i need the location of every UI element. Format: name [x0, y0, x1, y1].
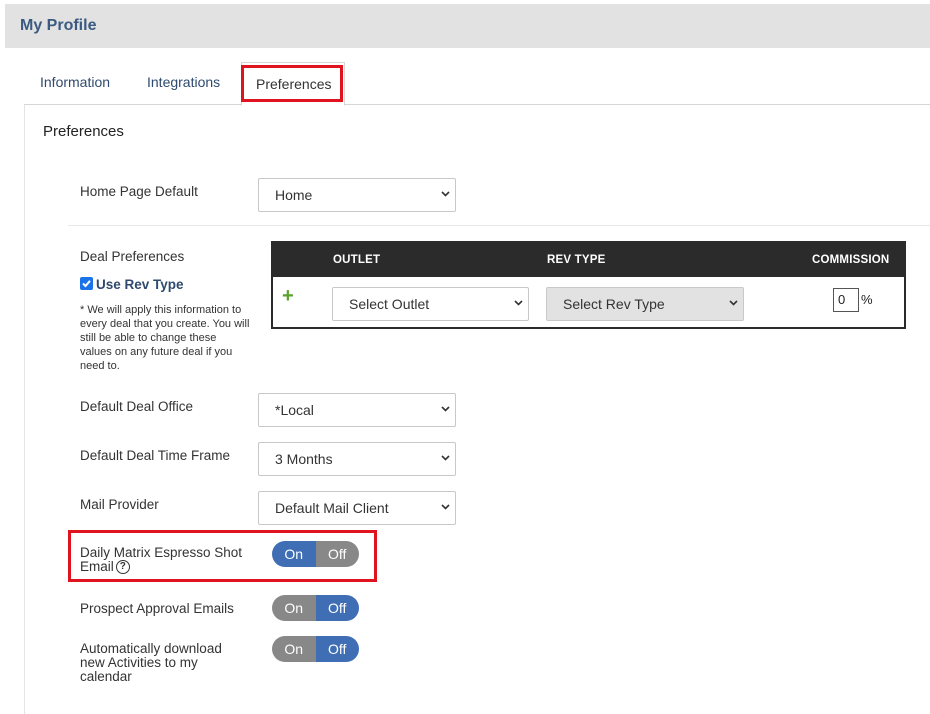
- section-title: Preferences: [43, 123, 124, 140]
- chevron-down-icon: [729, 300, 738, 308]
- commission-input[interactable]: 0: [833, 288, 859, 312]
- column-header-outlet: OUTLET: [333, 254, 381, 266]
- home-page-default-label: Home Page Default: [80, 184, 198, 199]
- page-title: My Profile: [20, 17, 97, 34]
- highlight-box-tab: [241, 65, 343, 102]
- mail-provider-value: Default Mail Client: [275, 500, 389, 516]
- prospect-approval-label: Prospect Approval Emails: [80, 601, 234, 616]
- rev-type-select[interactable]: Select Rev Type: [546, 287, 744, 321]
- percent-sign: %: [861, 292, 873, 307]
- home-page-default-select[interactable]: Home: [258, 178, 456, 212]
- chevron-down-icon: [514, 300, 523, 308]
- page-header: My Profile: [5, 4, 930, 48]
- outlet-select-value: Select Outlet: [349, 296, 430, 312]
- auto-download-label: Automatically download new Activities to…: [80, 641, 222, 684]
- use-rev-type-checkbox[interactable]: [80, 277, 93, 290]
- column-header-commission: COMMISSION: [812, 254, 890, 266]
- rev-type-select-value: Select Rev Type: [563, 296, 665, 312]
- chevron-down-icon: [441, 406, 450, 414]
- default-deal-time-frame-label: Default Deal Time Frame: [80, 448, 231, 463]
- tab-information[interactable]: Information: [40, 74, 110, 90]
- default-deal-time-frame-value: 3 Months: [275, 451, 333, 467]
- tab-integrations[interactable]: Integrations: [147, 74, 220, 90]
- default-deal-time-frame-select[interactable]: 3 Months: [258, 442, 456, 476]
- table-header: OUTLET REV TYPE COMMISSION: [273, 243, 904, 277]
- toggle-on-option[interactable]: On: [272, 636, 316, 662]
- espresso-email-label: Daily Matrix Espresso Shot Email?: [80, 545, 260, 575]
- column-header-rev-type: REV TYPE: [547, 254, 606, 266]
- deal-preferences-table: OUTLET REV TYPE COMMISSION + Select Outl…: [271, 241, 906, 329]
- toggle-off-option[interactable]: Off: [315, 595, 359, 621]
- chevron-down-icon: [441, 191, 450, 199]
- deal-preferences-note: * We will apply this information to ever…: [80, 304, 250, 372]
- chevron-down-icon: [441, 455, 450, 463]
- default-deal-office-label: Default Deal Office: [80, 399, 194, 414]
- toggle-off-option[interactable]: Off: [315, 541, 359, 567]
- mail-provider-label: Mail Provider: [80, 497, 159, 512]
- espresso-email-label-text: Daily Matrix Espresso Shot Email: [80, 545, 243, 574]
- default-deal-office-value: *Local: [275, 402, 314, 418]
- plus-icon[interactable]: +: [282, 286, 294, 306]
- outlet-select[interactable]: Select Outlet: [332, 287, 529, 321]
- tab-bar: Information Integrations: [24, 62, 930, 106]
- default-deal-office-select[interactable]: *Local: [258, 393, 456, 427]
- divider: [68, 225, 930, 226]
- toggle-off-option[interactable]: Off: [315, 636, 359, 662]
- espresso-email-toggle[interactable]: On Off: [272, 541, 359, 567]
- use-rev-type-label[interactable]: Use Rev Type: [96, 277, 184, 292]
- toggle-on-option[interactable]: On: [272, 595, 316, 621]
- question-circle-icon[interactable]: ?: [115, 560, 130, 575]
- checkmark-icon: [82, 280, 91, 288]
- auto-download-toggle[interactable]: On Off: [272, 636, 359, 662]
- toggle-on-option[interactable]: On: [272, 541, 316, 567]
- chevron-down-icon: [441, 504, 450, 512]
- home-page-default-value: Home: [275, 187, 313, 203]
- prospect-approval-toggle[interactable]: On Off: [272, 595, 359, 621]
- mail-provider-select[interactable]: Default Mail Client: [258, 491, 456, 525]
- deal-preferences-label: Deal Preferences: [80, 249, 185, 264]
